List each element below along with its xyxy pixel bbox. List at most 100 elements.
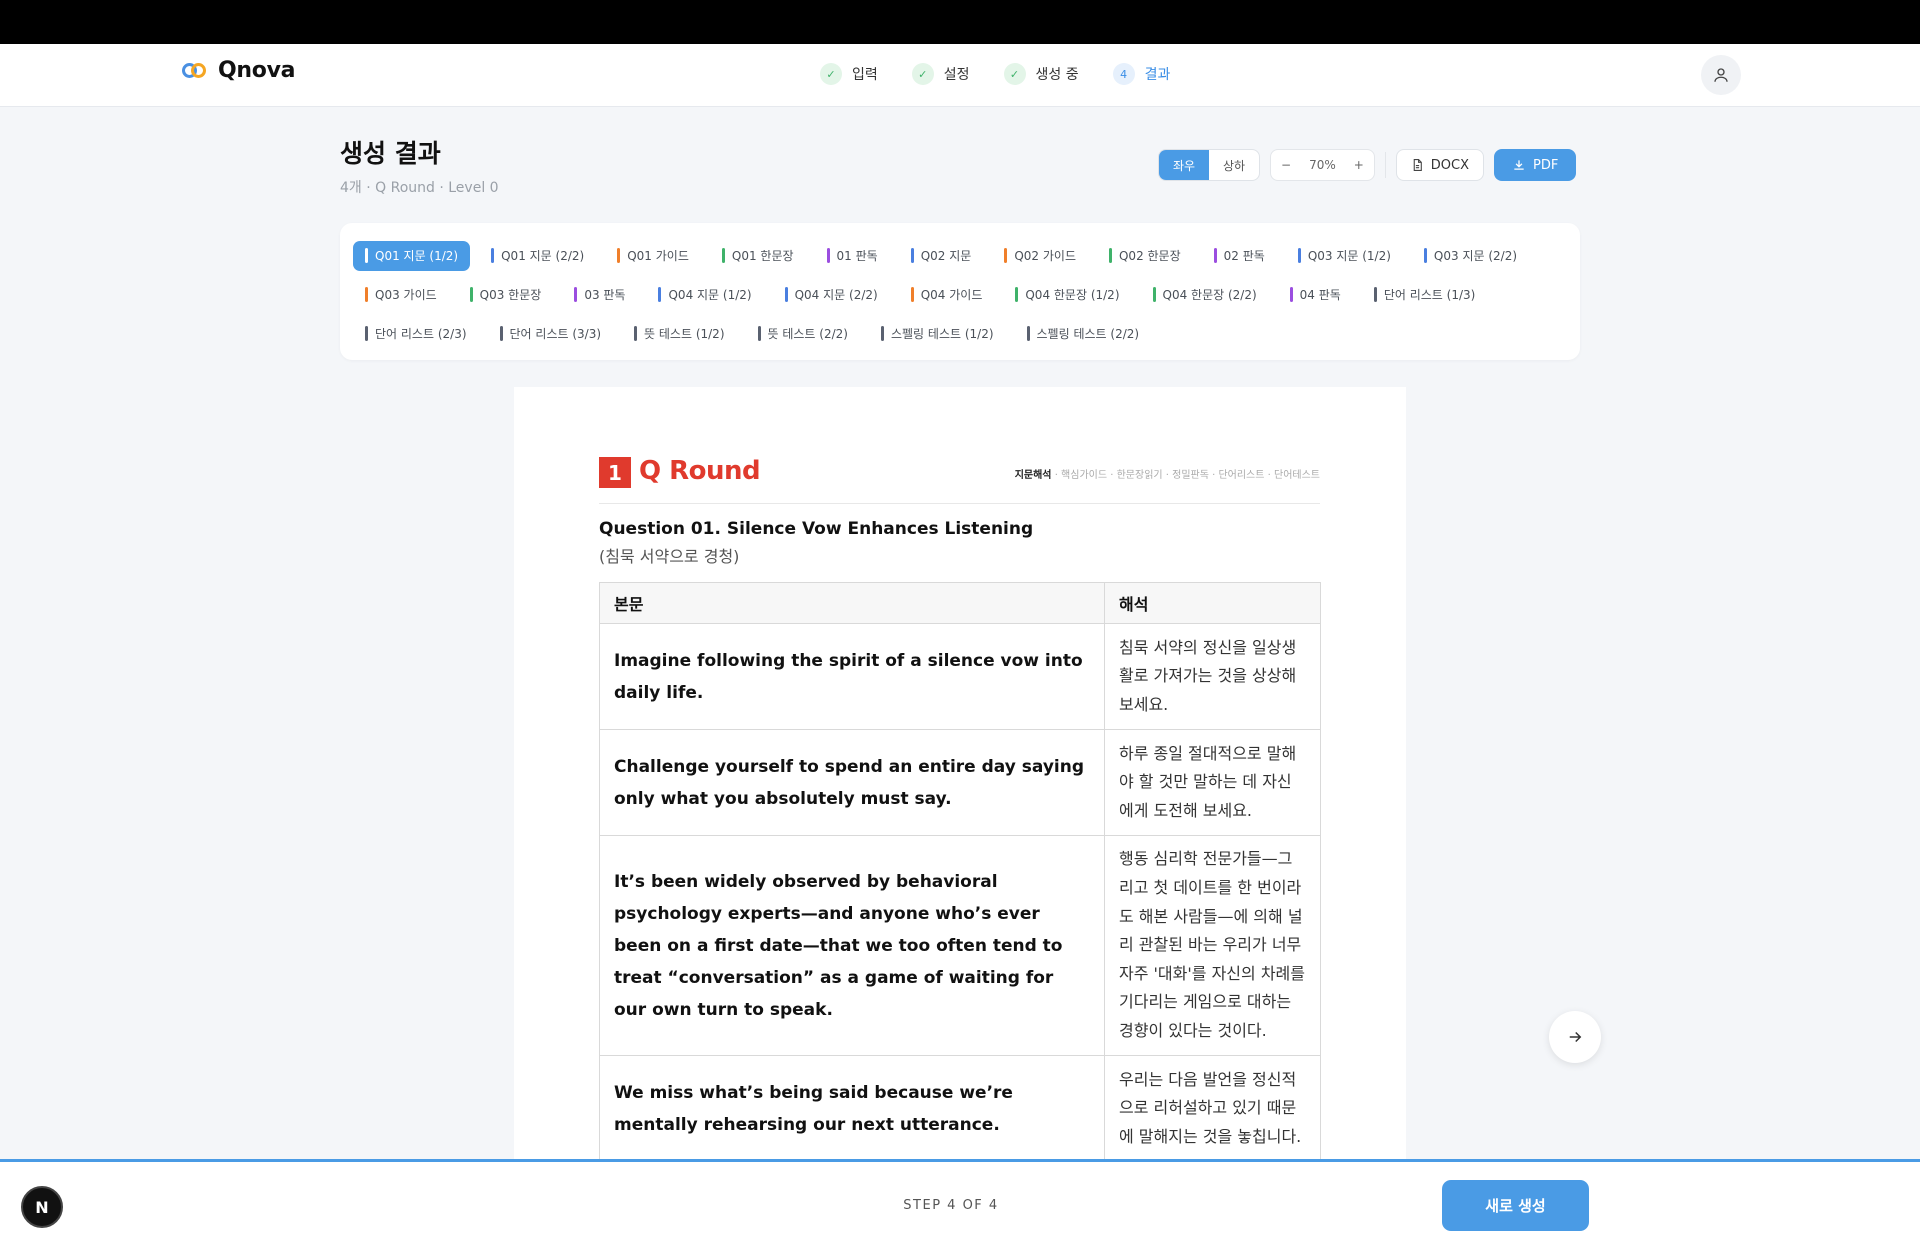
chip-label: 뜻 테스트 (2/2) — [767, 327, 848, 341]
user-icon — [1714, 68, 1728, 82]
chip-label: 뜻 테스트 (1/2) — [644, 327, 725, 341]
chip-label: Q01 지문 (2/2) — [501, 249, 585, 263]
page-chip[interactable]: Q02 한문장 — [1097, 241, 1193, 271]
page-chip[interactable]: Q03 지문 (1/2) — [1286, 241, 1403, 271]
chip-label: Q03 가이드 — [375, 288, 437, 302]
chip-label: Q04 가이드 — [920, 288, 983, 302]
zoom-control: − 70% + — [1270, 149, 1375, 181]
page-chip[interactable]: Q02 가이드 — [992, 241, 1088, 271]
chip-color-marker — [1026, 326, 1030, 341]
zoom-out-button[interactable]: − — [1281, 158, 1291, 172]
chip-label: Q04 한문장 (1/2) — [1025, 288, 1120, 302]
step-generating: ✓ 생성 중 — [1003, 63, 1079, 85]
page-chip[interactable]: Q03 가이드 — [353, 280, 449, 310]
step-settings: ✓ 설정 — [911, 63, 970, 85]
page-chip[interactable]: Q01 지문 (2/2) — [479, 241, 596, 271]
page-chip[interactable]: 단어 리스트 (3/3) — [488, 319, 614, 349]
page-chip[interactable]: 뜻 테스트 (2/2) — [746, 319, 860, 349]
page-subtitle: 4개 · Q Round · Level 0 — [340, 180, 499, 196]
app-header: Qnova ✓ 입력 ✓ 설정 ✓ 생성 중 4 결과 — [0, 44, 1920, 107]
page-chip[interactable]: Q04 지문 (1/2) — [646, 280, 763, 310]
chip-label: 단어 리스트 (3/3) — [509, 327, 602, 341]
chip-label: Q02 한문장 — [1118, 249, 1181, 263]
page-chip[interactable]: Q04 한문장 (2/2) — [1141, 280, 1269, 310]
app-logo[interactable]: Qnova — [182, 58, 295, 83]
page-chip[interactable]: Q01 가이드 — [605, 241, 701, 271]
page-chip[interactable]: 단어 리스트 (1/3) — [1362, 280, 1488, 310]
page-chip[interactable]: Q02 지문 — [899, 241, 984, 271]
page-chip[interactable]: Q04 한문장 (1/2) — [1003, 280, 1131, 310]
chip-label: Q02 가이드 — [1014, 249, 1076, 263]
chip-color-marker — [365, 287, 368, 302]
chip-color-marker — [1373, 287, 1377, 302]
chip-label: 스펠링 테스트 (1/2) — [890, 327, 994, 341]
step-result: 4 결과 — [1112, 63, 1171, 85]
sentence-korean: 행동 심리학 전문가들—그리고 첫 데이트를 한 번이라도 해본 사람들—에 의… — [1104, 835, 1321, 1056]
layout-side-by-side-button[interactable]: 좌우 — [1159, 150, 1209, 180]
page-chip[interactable]: Q04 지문 (2/2) — [773, 280, 890, 310]
check-icon: ✓ — [911, 63, 934, 85]
table-row: We miss what’s being said because we’re … — [599, 1055, 1321, 1162]
document-icon — [1413, 159, 1422, 171]
step-progress-label: STEP 4 OF 4 — [903, 1198, 999, 1213]
chip-color-marker — [499, 326, 503, 341]
page-chip[interactable]: 뜻 테스트 (1/2) — [622, 319, 736, 349]
download-icon — [1514, 160, 1524, 170]
page-chip[interactable]: 02 판독 — [1202, 241, 1277, 271]
document-preview: 1 Q Round 지문해석 · 핵심가이드 · 한문장읽기 · 정밀판독 · … — [514, 387, 1406, 1162]
chip-color-marker — [574, 287, 578, 302]
page-chip[interactable]: 스펠링 테스트 (1/2) — [869, 319, 1006, 349]
check-icon: ✓ — [820, 63, 842, 85]
chip-label: Q01 가이드 — [627, 249, 689, 263]
chip-color-marker — [1213, 248, 1217, 263]
new-generation-button[interactable]: 새로 생성 — [1442, 1180, 1589, 1231]
page-chip[interactable]: 04 판독 — [1278, 280, 1353, 310]
page-chip[interactable]: 01 판독 — [815, 241, 890, 271]
chip-color-marker — [1015, 287, 1019, 302]
chip-row: Q01 지문 (1/2) Q01 지문 (2/2) Q01 가이드 Q01 한문장 01… — [353, 236, 1567, 275]
chip-label: Q01 한문장 — [731, 249, 794, 263]
chip-color-marker — [757, 326, 761, 341]
column-header-translation: 해석 — [1104, 582, 1321, 624]
zoom-in-button[interactable]: + — [1354, 158, 1364, 172]
chip-row: 단어 리스트 (2/3) 단어 리스트 (3/3) 뜻 테스트 (1/2) 뜻 테스트… — [353, 314, 1567, 353]
step-label: 설정 — [943, 67, 970, 83]
chip-label: Q03 지문 (2/2) — [1433, 249, 1518, 263]
translation-table: 본문 해석 Imagine following the spirit of a … — [599, 582, 1321, 1162]
chip-color-marker — [1289, 287, 1293, 302]
table-header-row: 본문 해석 — [599, 582, 1321, 624]
chip-label: Q04 지문 (1/2) — [668, 288, 752, 302]
step-label: 결과 — [1144, 67, 1171, 83]
step-input: ✓ 입력 — [820, 63, 878, 85]
pdf-label: PDF — [1533, 157, 1559, 173]
chip-color-marker — [365, 248, 368, 263]
page-chip[interactable]: Q01 지문 (1/2) — [353, 240, 471, 271]
sentence-english: Imagine following the spirit of a silenc… — [599, 623, 1105, 730]
download-docx-button[interactable]: DOCX — [1395, 149, 1485, 181]
page-chip[interactable]: 03 판독 — [562, 280, 637, 310]
table-row: Challenge yourself to spend an entire da… — [599, 729, 1321, 836]
page-chip[interactable]: Q04 가이드 — [899, 280, 995, 310]
dev-indicator-badge[interactable]: N — [21, 1186, 63, 1228]
chip-color-marker — [721, 248, 725, 263]
chip-label: 스펠링 테스트 (2/2) — [1036, 327, 1140, 341]
step-label: 입력 — [852, 67, 878, 83]
chip-color-marker — [1297, 248, 1301, 263]
download-pdf-button[interactable]: PDF — [1494, 149, 1577, 181]
next-page-button[interactable] — [1549, 1011, 1601, 1063]
page-chip[interactable]: Q01 한문장 — [710, 241, 806, 271]
chip-label: 04 판독 — [1299, 288, 1341, 302]
column-header-original: 본문 — [599, 582, 1105, 624]
user-menu-button[interactable] — [1701, 55, 1741, 95]
page-chip[interactable]: 단어 리스트 (2/3) — [353, 319, 479, 349]
qnova-logo-icon — [182, 62, 208, 80]
layout-stacked-button[interactable]: 상하 — [1209, 150, 1259, 180]
chip-label: 02 판독 — [1223, 249, 1265, 263]
page-chip[interactable]: Q03 지문 (2/2) — [1412, 241, 1529, 271]
sentence-english: Challenge yourself to spend an entire da… — [599, 729, 1105, 836]
sentence-korean: 하루 종일 절대적으로 말해야 할 것만 말하는 데 자신에게 도전해 보세요. — [1104, 729, 1321, 836]
chip-color-marker — [1152, 287, 1156, 302]
page-chip[interactable]: Q03 한문장 — [458, 280, 554, 310]
step-label: 생성 중 — [1035, 67, 1079, 83]
page-chip[interactable]: 스펠링 테스트 (2/2) — [1015, 319, 1152, 349]
